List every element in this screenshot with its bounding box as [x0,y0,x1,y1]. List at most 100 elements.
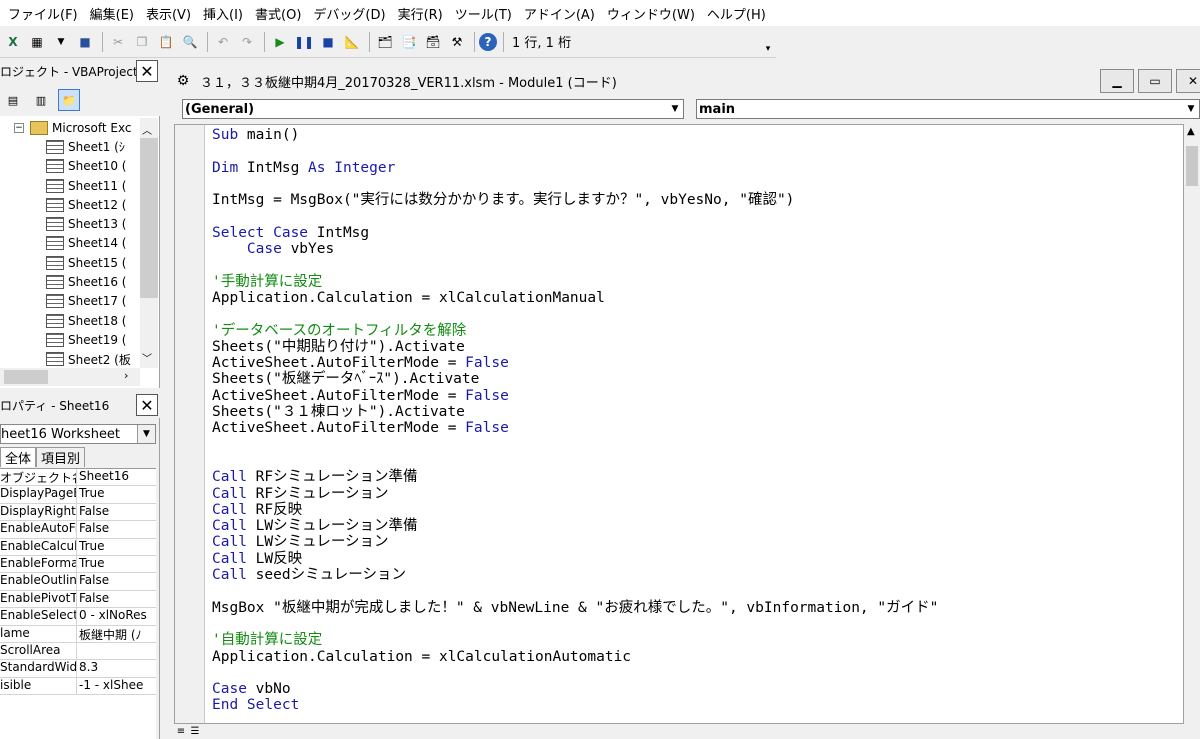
design-mode-icon[interactable]: 📐 [341,31,363,53]
property-row[interactable]: DisplayPageB True [0,486,156,504]
procedure-combo[interactable]: main ▼ [696,99,1200,119]
code-line[interactable]: Select Case IntMsg [212,225,1183,241]
code-line[interactable] [212,306,1183,322]
code-line[interactable] [212,583,1183,599]
code-line[interactable]: ActiveSheet.AutoFilterMode = False [212,420,1183,436]
property-row[interactable]: EnablePivotTa False [0,590,156,609]
redo-icon[interactable]: ↷ [236,31,258,53]
tree-item-sheet[interactable]: Sheet2 (板 [0,350,140,368]
code-line[interactable]: Sheets("板継データﾍﾞｰｽ").Activate [212,371,1183,387]
tree-item-sheet[interactable]: Sheet18 ( [0,311,140,330]
code-line[interactable]: MsgBox "板継中期が完成しました！" & vbNewLine & "お疲れ… [212,600,1183,616]
close-properties-pane-button[interactable]: ✕ [136,394,158,416]
find-icon[interactable]: 🔍 [179,31,201,53]
scrollbar-thumb[interactable] [1186,146,1198,186]
tree-item-sheet[interactable]: Sheet19 ( [0,330,140,349]
run-icon[interactable]: ▶ [269,31,291,53]
property-value[interactable]: 板継中期 (ﾉ [77,626,156,642]
menu-item[interactable]: ヘルプ(H) [701,4,772,23]
property-value[interactable] [77,643,156,659]
code-line[interactable] [212,257,1183,273]
tree-root-folder[interactable]: − Microsoft Exc [0,118,140,137]
property-value[interactable]: Sheet16 [77,469,156,485]
maximize-button[interactable]: ▭ [1138,69,1172,93]
code-line[interactable]: Call LW反映 [212,551,1183,567]
object-browser-icon[interactable]: 🗃 [422,31,444,53]
collapse-icon[interactable]: − [14,122,24,133]
menu-item[interactable]: ウィンドウ(W) [601,4,701,23]
tree-item-sheet[interactable]: Sheet13 ( [0,214,140,233]
code-line[interactable]: Case vbNo [212,681,1183,697]
code-line[interactable] [212,437,1183,453]
cut-icon[interactable]: ✂ [107,31,129,53]
tree-item-sheet[interactable]: Sheet10 ( [0,157,140,176]
project-vertical-scrollbar[interactable]: ︿ ﹀ [140,118,158,368]
full-module-view-icon[interactable]: ☰ [188,725,202,739]
property-row[interactable]: EnableFormat True [0,555,156,574]
code-line[interactable]: Case vbYes [212,241,1183,257]
paste-icon[interactable]: 📋 [155,31,177,53]
view-code-icon[interactable]: ▤ [2,89,24,111]
project-horizontal-scrollbar[interactable]: › [0,368,140,386]
chevron-down-icon[interactable]: ▼ [1183,100,1199,118]
code-line[interactable]: '自動計算に設定 [212,632,1183,648]
property-row[interactable]: オブジェクト名 Sheet16 [0,469,156,487]
code-line[interactable] [212,143,1183,159]
code-editor[interactable]: Sub main() Dim IntMsg As Integer IntMsg … [174,124,1184,724]
view-object-icon[interactable]: ▥ [30,89,52,111]
property-row[interactable]: lame 板継中期 (ﾉ [0,625,156,643]
code-line[interactable] [212,176,1183,192]
insert-form-icon[interactable]: ▦ [26,31,48,53]
toolbar-options-icon[interactable]: ▾ [762,30,774,54]
property-value[interactable]: False [77,521,156,537]
tree-item-sheet[interactable]: Sheet1 (ｼ [0,137,140,156]
property-value[interactable]: True [77,486,156,502]
property-value[interactable]: 8.3 [77,660,156,676]
code-line[interactable]: IntMsg = MsgBox("実行には数分かかります。実行しますか？", v… [212,192,1183,208]
property-row[interactable]: ScrollArea [0,642,156,661]
property-value[interactable]: True [77,556,156,572]
code-line[interactable]: 'データベースのオートフィルタを解除 [212,323,1183,339]
break-icon[interactable]: ❚❚ [293,31,315,53]
code-line[interactable]: Call RFシミュレーション準備 [212,469,1183,485]
procedure-view-icon[interactable]: ≡ [174,725,188,739]
property-row[interactable]: isible -1 - xlShee [0,677,156,696]
dropdown-arrow-icon[interactable]: ▼ [50,31,72,53]
code-line[interactable] [212,208,1183,224]
property-row[interactable]: EnableSelecti 0 - xlNoRes [0,608,156,626]
margin-indicator-bar[interactable] [175,125,205,723]
toolbox-icon[interactable]: ⚒ [446,31,468,53]
code-line[interactable]: Call RF反映 [212,502,1183,518]
code-line[interactable] [212,453,1183,469]
tab-alphabetic[interactable]: 全体 [0,447,37,467]
property-value[interactable]: 0 - xlNoRes [77,608,156,624]
minimize-button[interactable]: ▁ [1100,69,1134,93]
tree-item-sheet[interactable]: Sheet15 ( [0,253,140,272]
menu-item[interactable]: ファイル(F) [2,4,84,23]
tree-item-sheet[interactable]: Sheet17 ( [0,292,140,311]
save-icon[interactable]: ■ [74,31,96,53]
chevron-down-icon[interactable]: ▼ [667,100,683,118]
menu-item[interactable]: 挿入(I) [197,4,249,23]
tree-item-sheet[interactable]: Sheet16 ( [0,272,140,291]
menu-item[interactable]: アドイン(A) [518,4,601,23]
code-line[interactable]: Dim IntMsg As Integer [212,160,1183,176]
property-row[interactable]: EnableCalcula True [0,538,156,556]
code-line[interactable]: ActiveSheet.AutoFilterMode = False [212,388,1183,404]
tab-categorized[interactable]: 項目別 [36,447,86,467]
code-line[interactable]: Application.Calculation = xlCalculationA… [212,649,1183,665]
code-line[interactable]: Sheets("３１棟ロット").Activate [212,404,1183,420]
copy-icon[interactable]: ❐ [131,31,153,53]
code-line[interactable]: '手動計算に設定 [212,274,1183,290]
property-value[interactable]: -1 - xlShee [77,678,156,694]
property-value[interactable]: False [77,591,156,607]
tree-item-sheet[interactable]: Sheet14 ( [0,234,140,253]
code-line[interactable]: Call RFシミュレーション [212,486,1183,502]
property-row[interactable]: EnableAutoFil False [0,521,156,539]
tree-item-sheet[interactable]: Sheet12 ( [0,195,140,214]
code-line[interactable]: Sub main() [212,127,1183,143]
reset-icon[interactable]: ■ [317,31,339,53]
code-vertical-scrollbar[interactable]: ▲ [1184,124,1200,724]
property-row[interactable]: StandardWidth8.3 [0,660,156,678]
menu-item[interactable]: 編集(E) [84,4,140,23]
